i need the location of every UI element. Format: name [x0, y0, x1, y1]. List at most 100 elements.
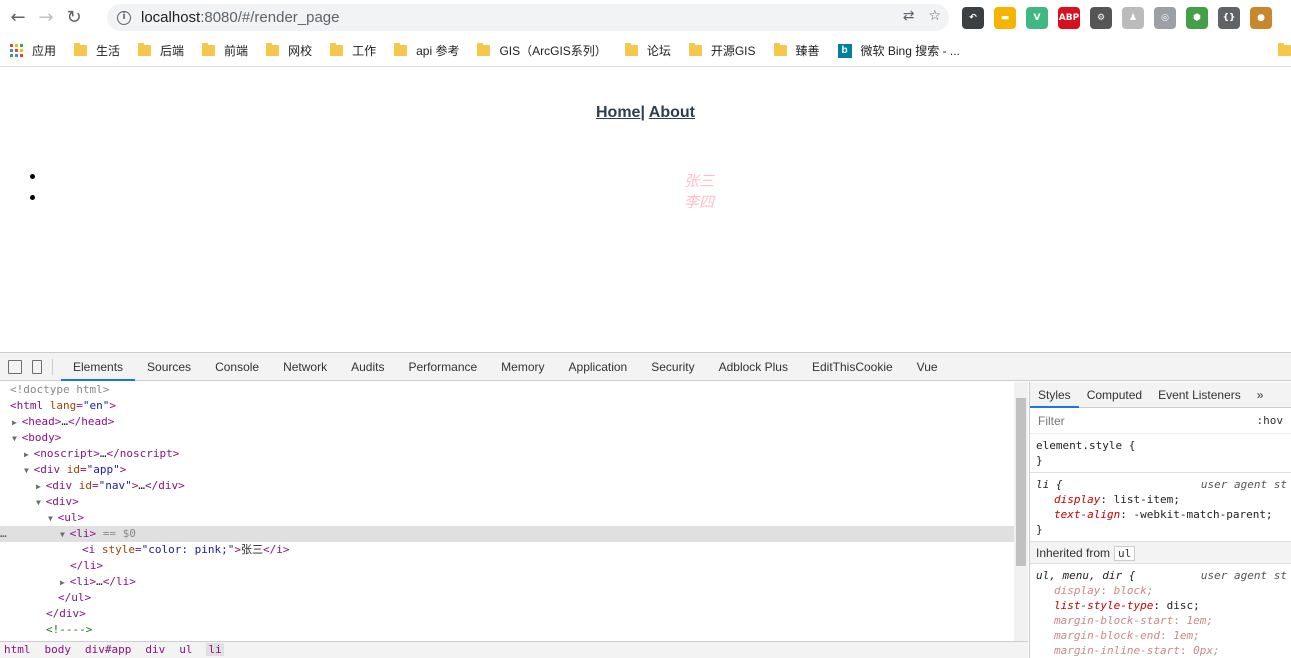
hov-toggle[interactable]: :hov — [1257, 414, 1284, 427]
circle-extension-icon[interactable]: ◎ — [1154, 7, 1176, 29]
expand-triangle-down-icon[interactable]: ▼ — [48, 514, 58, 523]
dom-node-row[interactable]: </div> — [0, 606, 1014, 622]
devtools-tab-audits[interactable]: Audits — [339, 353, 396, 381]
bookmark-item[interactable]: b 微软 Bing 搜索 - ... — [837, 42, 960, 59]
bookmark-item[interactable]: 后端 — [138, 42, 184, 59]
devtools-tab-application[interactable]: Application — [557, 353, 640, 381]
li-style-rule[interactable]: li {user agent st display: list-item; text… — [1030, 473, 1291, 542]
dom-node-row[interactable]: ▼ <body> — [0, 430, 1014, 446]
css-declaration[interactable]: margin-inline-start: 0px; — [1036, 643, 1285, 658]
dom-node-row[interactable]: <!doctype html> — [0, 382, 1014, 398]
url-text[interactable]: localhost:8080/#/render_page — [141, 9, 340, 26]
devtools-tab-memory[interactable]: Memory — [489, 353, 556, 381]
ellipsis-menu-icon[interactable]: … — [0, 526, 7, 542]
css-declaration[interactable]: margin-block-end: 1em; — [1036, 628, 1285, 643]
devtools-tab-adblock-plus[interactable]: Adblock Plus — [707, 353, 800, 381]
devtools-tab-sources[interactable]: Sources — [135, 353, 203, 381]
cookie-icon[interactable]: ● — [1250, 7, 1272, 29]
scrollbar-thumb[interactable] — [1016, 398, 1026, 566]
css-declaration[interactable]: list-style-type: disc; — [1036, 598, 1285, 613]
ul-style-rule[interactable]: ul, menu, dir {user agent st display: blo… — [1030, 564, 1291, 658]
folder-icon[interactable] — [1278, 43, 1291, 56]
address-bar[interactable]: i localhost:8080/#/render_page ⇄ ☆ — [107, 4, 949, 31]
dom-scrollbar[interactable] — [1014, 382, 1028, 641]
styles-tab-computed[interactable]: Computed — [1079, 382, 1150, 408]
breadcrumb-item[interactable]: div — [145, 643, 165, 656]
dom-node-row[interactable]: </ul> — [0, 590, 1014, 606]
css-declaration[interactable]: display: block; — [1036, 583, 1285, 598]
more-tabs-icon[interactable]: » — [1249, 382, 1272, 408]
nav-link-home[interactable]: Home — [596, 104, 640, 121]
rule-origin[interactable]: user agent st — [1201, 477, 1287, 492]
dom-node-row[interactable]: ▼ <div id="app"> — [0, 462, 1014, 478]
expand-triangle-down-icon[interactable]: ▼ — [24, 466, 34, 475]
bookmark-item[interactable]: 工作 — [330, 42, 376, 59]
breadcrumb-item[interactable]: div#app — [85, 643, 131, 656]
devtools-tab-editthiscookie[interactable]: EditThisCookie — [800, 353, 905, 381]
dom-node-row[interactable]: ▶ <noscript>…</noscript> — [0, 446, 1014, 462]
breadcrumb-item[interactable]: html — [4, 643, 31, 656]
expand-triangle-down-icon[interactable]: ▼ — [12, 434, 22, 443]
bookmark-item[interactable]: GIS（ArcGIS系列） — [477, 42, 607, 59]
bookmark-item[interactable]: 臻善 — [773, 42, 820, 59]
dom-node-row[interactable]: … ▼ <li> == $0 — [0, 526, 1014, 542]
nav-link-about[interactable]: About — [649, 104, 695, 121]
dom-node-row[interactable]: ▶ <head>…</head> — [0, 414, 1014, 430]
dom-node-row[interactable]: <html lang="en"> — [0, 398, 1014, 414]
dom-node-row[interactable]: <!----> — [0, 622, 1014, 638]
expand-triangle-right-icon[interactable]: ▶ — [60, 578, 70, 587]
css-declaration[interactable]: margin-block-start: 1em; — [1036, 613, 1285, 628]
devtools-tab-console[interactable]: Console — [203, 353, 271, 381]
breadcrumb-item[interactable]: body — [45, 643, 72, 656]
expand-triangle-right-icon[interactable]: ▶ — [36, 482, 46, 491]
vue-devtools-icon[interactable]: V — [1026, 7, 1048, 29]
grey-extension-icon[interactable]: ♟ — [1122, 7, 1144, 29]
expand-triangle-down-icon[interactable]: ▼ — [36, 498, 46, 507]
devtools-tab-network[interactable]: Network — [271, 353, 339, 381]
bookmark-item[interactable]: 开源GIS — [688, 42, 756, 59]
devtools-tab-security[interactable]: Security — [639, 353, 706, 381]
dom-node-row[interactable]: ▼ <div> — [0, 494, 1014, 510]
element-style-rule[interactable]: element.style { } — [1030, 434, 1291, 473]
devtools-tab-elements[interactable]: Elements — [61, 353, 136, 381]
bookmark-item[interactable]: 网校 — [266, 42, 312, 59]
translate-icon[interactable]: ⇄ — [903, 8, 915, 24]
nodejs-icon[interactable]: ⬢ — [1186, 7, 1208, 29]
bookmark-item[interactable]: api 参考 — [394, 42, 459, 59]
styles-tab-event-listeners[interactable]: Event Listeners — [1150, 382, 1249, 408]
styles-tab-styles[interactable]: Styles — [1030, 382, 1079, 408]
css-declaration[interactable]: display: list-item; — [1036, 492, 1285, 507]
inspect-element-icon[interactable] — [8, 359, 22, 374]
expand-triangle-down-icon[interactable]: ▼ — [60, 530, 70, 539]
expand-triangle-right-icon[interactable]: ▶ — [24, 450, 34, 459]
styles-filter[interactable]: Filter :hov — [1030, 408, 1291, 434]
dom-node-row[interactable]: <i style="color: pink;">张三</i> — [0, 542, 1014, 558]
bookmark-item[interactable]: 生活 — [74, 42, 120, 59]
inherited-tag-link[interactable]: ul — [1114, 546, 1136, 561]
devtools-tab-performance[interactable]: Performance — [396, 353, 489, 381]
back-arrow-icon[interactable]: ← — [4, 4, 32, 32]
history-icon[interactable]: ↶ — [962, 7, 984, 29]
bookmark-item[interactable]: 论坛 — [624, 42, 671, 59]
breadcrumb-item[interactable]: li — [206, 643, 224, 656]
filter-input[interactable]: Filter — [1038, 414, 1065, 428]
dom-node-row[interactable]: </li> — [0, 558, 1014, 574]
bookmark-item[interactable]: 前端 — [202, 42, 248, 59]
device-toolbar-icon[interactable] — [32, 359, 42, 374]
expand-triangle-right-icon[interactable]: ▶ — [12, 418, 22, 427]
editthiscookie-icon[interactable]: ⚙ — [1090, 7, 1112, 29]
forward-arrow-icon[interactable]: → — [32, 4, 60, 32]
css-declaration[interactable]: text-align: -webkit-match-parent; — [1036, 507, 1285, 522]
yellow-extension-icon[interactable]: ▬ — [994, 7, 1016, 29]
dom-node-row[interactable]: ▶ <div id="nav">…</div> — [0, 478, 1014, 494]
adblock-plus-icon[interactable]: ABP — [1058, 7, 1080, 29]
bookmark-item[interactable]: 应用 — [10, 42, 56, 59]
rule-origin[interactable]: user agent st — [1201, 568, 1287, 583]
dom-node-row[interactable]: ▶ <li>…</li> — [0, 574, 1014, 590]
elements-dom-tree[interactable]: <!doctype html> <html lang="en"> ▶ <head>…… — [0, 382, 1014, 641]
braces-extension-icon[interactable]: {} — [1218, 7, 1240, 29]
site-info-icon[interactable]: i — [117, 10, 131, 25]
breadcrumb-item[interactable]: ul — [179, 643, 192, 656]
bookmark-star-icon[interactable]: ☆ — [928, 8, 941, 24]
devtools-tab-vue[interactable]: Vue — [905, 353, 950, 381]
